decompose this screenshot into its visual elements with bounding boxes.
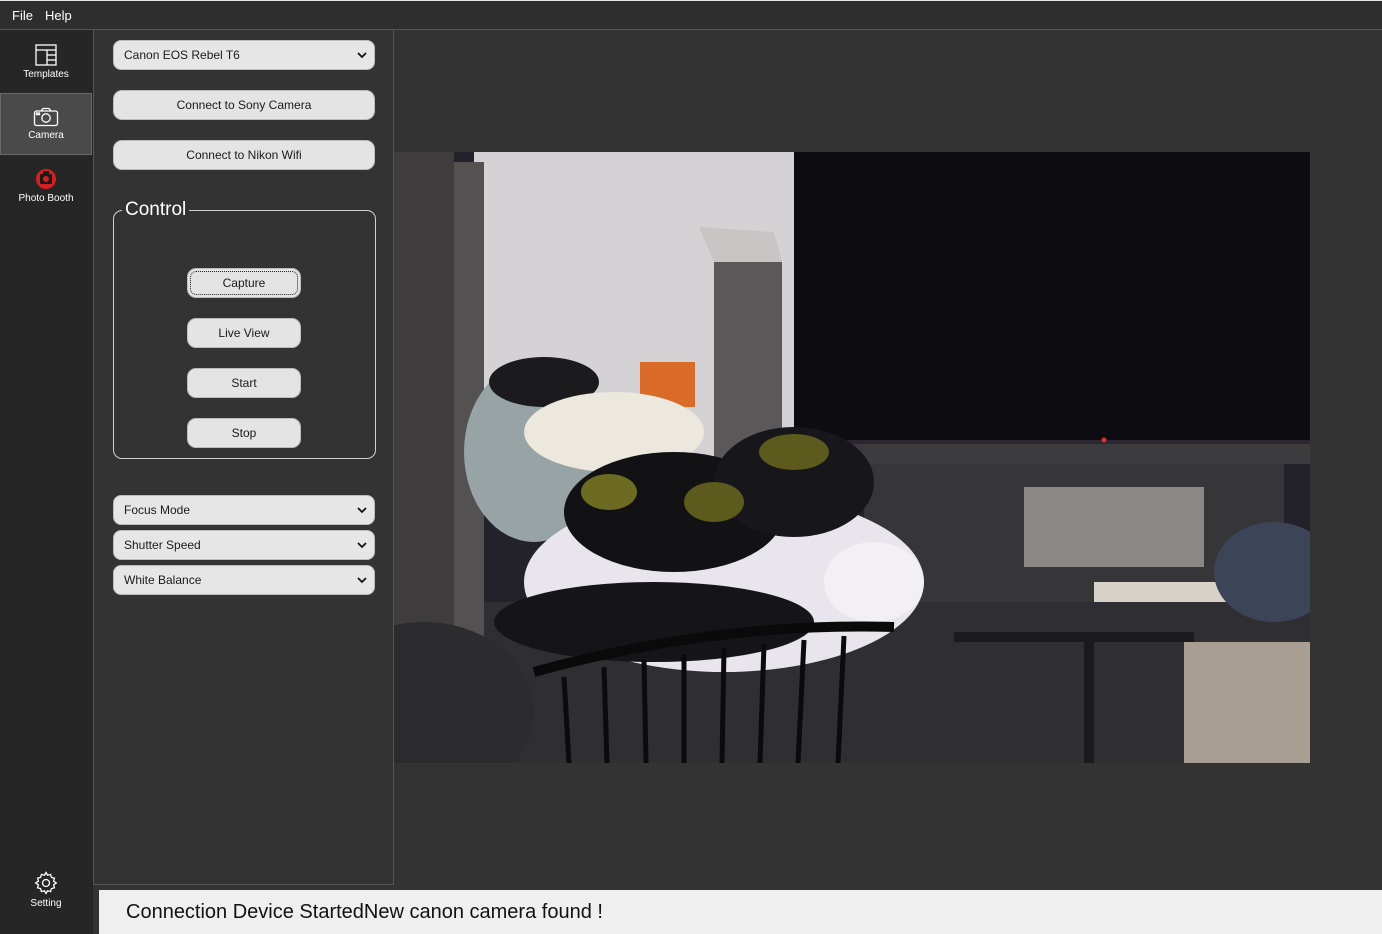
white-balance-value: White Balance (124, 573, 202, 587)
sidebar-item-camera[interactable]: Camera (0, 93, 92, 155)
photo-booth-icon (36, 169, 56, 189)
live-view-button[interactable]: Live View (187, 318, 301, 348)
capture-button[interactable]: Capture (187, 268, 301, 298)
control-group-title: Control (122, 199, 190, 221)
gear-icon (34, 871, 58, 895)
focus-mode-select[interactable]: Focus Mode (113, 495, 375, 525)
shutter-speed-select[interactable]: Shutter Speed (113, 530, 375, 560)
stop-button[interactable]: Stop (187, 418, 301, 448)
connect-nikon-button[interactable]: Connect to Nikon Wifi (113, 140, 375, 170)
camera-model-select[interactable]: Canon EOS Rebel T6 (113, 40, 375, 70)
start-button[interactable]: Start (187, 368, 301, 398)
menu-help[interactable]: Help (45, 8, 72, 23)
chevron-down-icon (357, 577, 367, 584)
sidebar-item-label: Setting (30, 898, 62, 909)
sidebar-item-photo-booth[interactable]: Photo Booth (0, 155, 92, 217)
live-view-image (394, 152, 1310, 763)
live-view-preview (394, 152, 1310, 763)
camera-model-value: Canon EOS Rebel T6 (124, 48, 240, 62)
camera-icon (33, 107, 59, 127)
sidebar-item-label: Photo Booth (18, 193, 74, 204)
chevron-down-icon (357, 507, 367, 514)
status-message: Connection Device StartedNew canon camer… (126, 900, 603, 923)
sidebar-item-label: Camera (28, 130, 64, 141)
menu-file[interactable]: File (12, 8, 33, 23)
menu-bar: File Help (0, 1, 1382, 30)
status-bar: Connection Device StartedNew canon camer… (99, 890, 1382, 934)
chevron-down-icon (357, 542, 367, 549)
camera-control-panel: Canon EOS Rebel T6 Connect to Sony Camer… (93, 30, 394, 885)
chevron-down-icon (357, 52, 367, 59)
sidebar: Templates Camera Photo Booth Setting (0, 30, 93, 934)
connect-sony-button[interactable]: Connect to Sony Camera (113, 90, 375, 120)
templates-icon (35, 44, 57, 66)
shutter-speed-value: Shutter Speed (124, 538, 201, 552)
white-balance-select[interactable]: White Balance (113, 565, 375, 595)
sidebar-item-setting[interactable]: Setting (0, 859, 92, 921)
sidebar-item-label: Templates (23, 69, 69, 80)
focus-mode-value: Focus Mode (124, 503, 191, 517)
sidebar-item-templates[interactable]: Templates (0, 31, 92, 93)
